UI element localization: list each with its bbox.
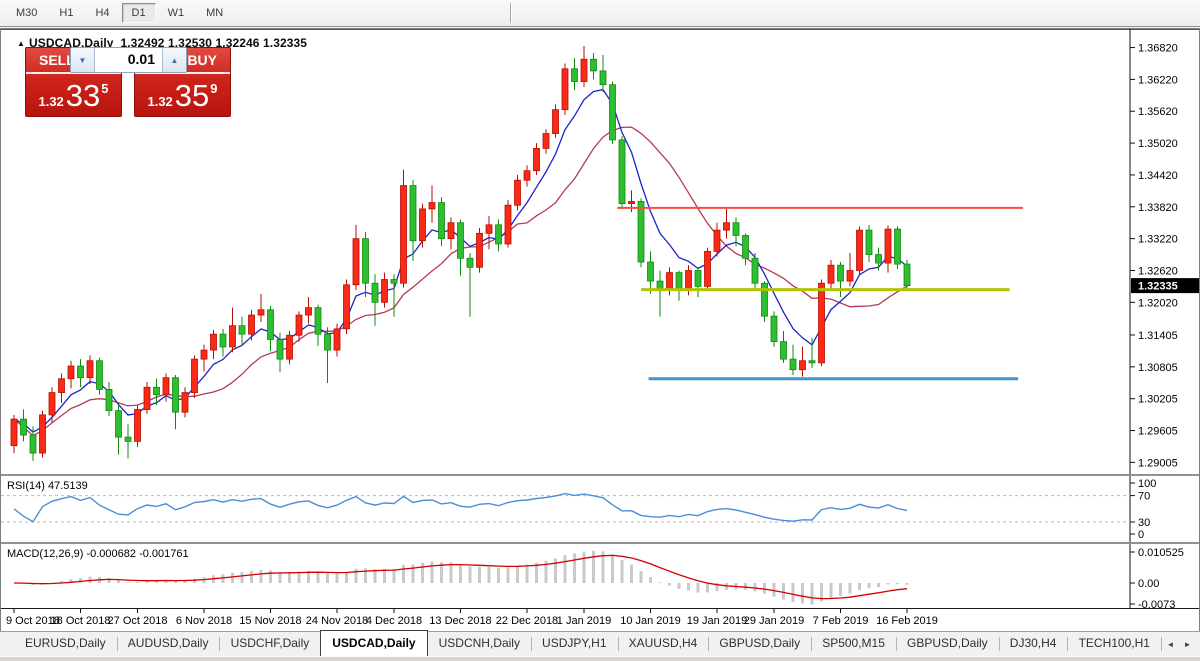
price-axis-label: 1.33820: [1138, 202, 1178, 214]
chart-tab-usdjpy-h1[interactable]: USDJPY,H1: [531, 632, 617, 656]
price-axis-label: 1.31405: [1138, 330, 1178, 342]
one-click-trade-panel: SELL 1.32 33 5 BUY 1.32 35 9 ▼ 0.01 ▲: [25, 47, 231, 117]
price-axis-label: 1.32020: [1138, 297, 1178, 309]
chart-tab-eurusd-daily[interactable]: EURUSD,Daily: [14, 632, 117, 656]
date-axis-label: 27 Oct 2018: [108, 615, 168, 627]
buy-price-pip: 9: [210, 81, 217, 96]
sell-price-big: 33: [66, 80, 100, 111]
timeframe-button-mn[interactable]: MN: [196, 3, 233, 23]
macd-indicator-panel[interactable]: 0.010525 0.00 -0.0073 MACD(12,26,9) -0.0006…: [1, 544, 1199, 608]
price-axis-label: 1.30205: [1138, 394, 1178, 406]
volume-increase-icon[interactable]: ▲: [162, 48, 186, 72]
tab-scroll-left-icon[interactable]: ◄: [1162, 640, 1179, 649]
chart-tab-sp500-m15[interactable]: SP500,M15: [811, 632, 896, 656]
price-axis-label: 1.30805: [1138, 362, 1178, 374]
rsi-axis-label: 70: [1138, 491, 1150, 503]
sell-price-prefix: 1.32: [38, 94, 63, 109]
buy-price-big: 35: [175, 80, 209, 111]
current-price-value: 1.32335: [1138, 281, 1178, 293]
rsi-line: [14, 494, 907, 522]
date-axis-label: 15 Nov 2018: [239, 615, 301, 627]
chart-tab-gbpusd-daily[interactable]: GBPUSD,Daily: [896, 632, 999, 656]
sell-price: 1.32 33 5: [26, 74, 121, 116]
rsi-label: RSI(14) 47.5139: [7, 480, 88, 492]
date-axis-label: 6 Nov 2018: [176, 615, 232, 627]
rsi-axis-label: 0: [1138, 529, 1144, 541]
date-axis-label: 16 Feb 2019: [876, 615, 938, 627]
timeframe-button-d1[interactable]: D1: [122, 3, 156, 23]
price-axis-label: 1.36220: [1138, 74, 1178, 86]
timeframe-toolbar: M30H1H4D1W1MN: [0, 0, 1200, 27]
timeframe-button-m30[interactable]: M30: [6, 3, 47, 23]
tab-scroll-right-icon[interactable]: ►: [1179, 640, 1196, 649]
status-strip: [0, 656, 1200, 661]
collapse-triangle-icon[interactable]: ▲: [17, 39, 25, 48]
buy-price-prefix: 1.32: [147, 94, 172, 109]
toolbar-separator: [510, 3, 512, 23]
timeframe-buttons: M30H1H4D1W1MN: [6, 3, 235, 23]
volume-decrease-icon[interactable]: ▼: [71, 48, 95, 72]
macd-axis-label: -0.0073: [1138, 599, 1175, 608]
price-axis-label: 1.33220: [1138, 234, 1178, 246]
date-axis-label: 24 Nov 2018: [306, 615, 368, 627]
chart-tab-usdcad-daily[interactable]: USDCAD,Daily: [320, 630, 427, 656]
volume-input[interactable]: 0.01: [95, 48, 162, 72]
chart-tab-gbpusd-daily[interactable]: GBPUSD,Daily: [708, 632, 811, 656]
chart-window[interactable]: ▲USDCAD,Daily 1.32492 1.32530 1.32246 1.…: [0, 28, 1200, 632]
timeframe-button-h4[interactable]: H4: [85, 3, 119, 23]
sell-price-pip: 5: [101, 81, 108, 96]
date-axis-label: 29 Jan 2019: [744, 615, 805, 627]
date-axis-label: 18 Oct 2018: [51, 615, 111, 627]
date-axis-label: 19 Jan 2019: [687, 615, 748, 627]
chart-tab-tech100-h1[interactable]: TECH100,H1: [1068, 632, 1161, 656]
date-axis-label: 4 Dec 2018: [366, 615, 422, 627]
chart-tab-xauusd-h4[interactable]: XAUUSD,H4: [618, 632, 709, 656]
price-axis-label: 1.29605: [1138, 426, 1178, 438]
macd-axis-label: 0.00: [1138, 578, 1159, 590]
chart-tab-bar: EURUSD,DailyAUDUSD,DailyUSDCHF,DailyUSDC…: [0, 631, 1200, 656]
chart-tab-audusd-daily[interactable]: AUDUSD,Daily: [117, 632, 220, 656]
rsi-axis-label: 30: [1138, 517, 1150, 529]
date-axis-label: 13 Dec 2018: [429, 615, 491, 627]
tab-scroll-buttons: ◄ ►: [1161, 632, 1200, 656]
volume-spinner: ▼ 0.01 ▲: [70, 47, 187, 73]
date-axis-label: 1 Jan 2019: [557, 615, 611, 627]
price-axis-label: 1.35020: [1138, 138, 1178, 150]
price-axis-label: 1.29005: [1138, 457, 1178, 469]
price-axis-label: 1.32620: [1138, 265, 1178, 277]
price-axis-label: 1.36820: [1138, 43, 1178, 55]
chart-tab-usdchf-daily[interactable]: USDCHF,Daily: [220, 632, 321, 656]
macd-axis-label: 0.010525: [1138, 547, 1184, 559]
buy-price: 1.32 35 9: [135, 74, 230, 116]
rsi-axis-label: 100: [1138, 478, 1156, 490]
date-axis-label: 22 Dec 2018: [496, 615, 558, 627]
date-axis-label: 7 Feb 2019: [813, 615, 869, 627]
price-axis-label: 1.34420: [1138, 170, 1178, 182]
timeframe-button-h1[interactable]: H1: [49, 3, 83, 23]
timeframe-button-w1[interactable]: W1: [158, 3, 195, 23]
macd-label: MACD(12,26,9) -0.000682 -0.001761: [7, 548, 189, 560]
price-axis-label: 1.35620: [1138, 106, 1178, 118]
date-axis-label: 10 Jan 2019: [620, 615, 681, 627]
rsi-indicator-panel[interactable]: 10070 300 RSI(14) 47.5139: [1, 476, 1199, 542]
date-axis[interactable]: 9 Oct 201818 Oct 201827 Oct 20186 Nov 20…: [1, 609, 1199, 631]
chart-tab-usdcnh-daily[interactable]: USDCNH,Daily: [428, 632, 531, 656]
chart-tab-dj30-h4[interactable]: DJ30,H4: [999, 632, 1068, 656]
